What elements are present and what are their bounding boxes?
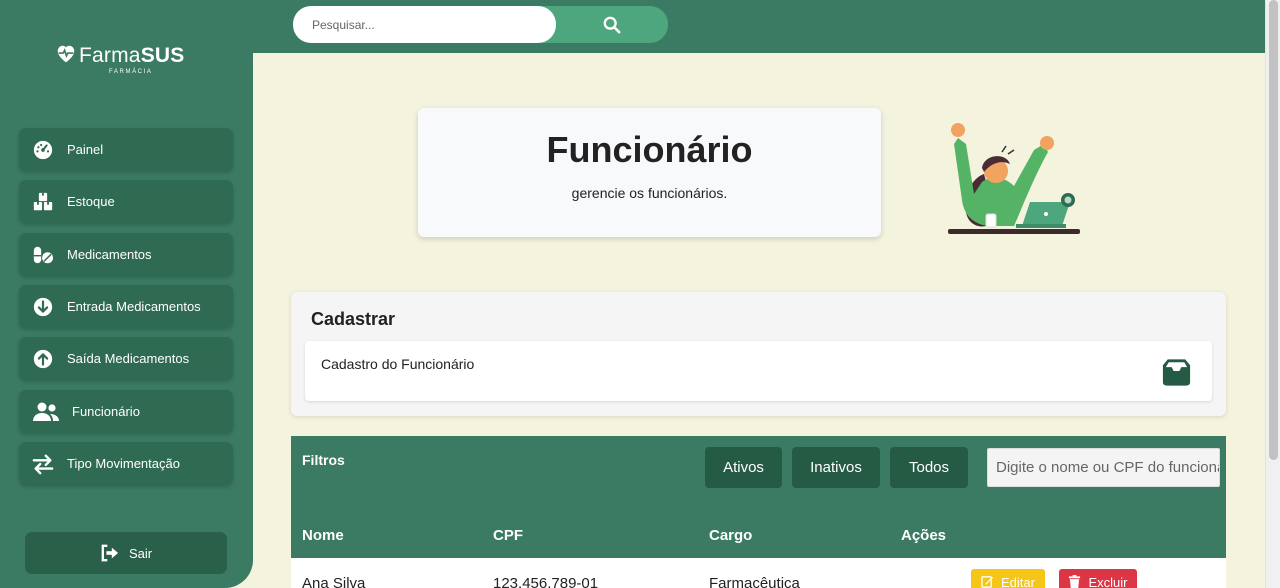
sidebar: FarmaSUS FARMÁCIA Painel Estoque Medicam… (0, 0, 253, 588)
dashboard-icon (19, 128, 67, 171)
scrollbar-thumb[interactable] (1269, 0, 1278, 460)
logo-text: FarmaSUS (79, 44, 184, 68)
sidebar-item-label: Medicamentos (67, 247, 152, 262)
sidebar-item-label: Tipo Movimentação (67, 456, 180, 471)
search-icon (603, 16, 620, 33)
app-logo[interactable]: FarmaSUS FARMÁCIA (55, 42, 195, 82)
filter-inativos-button[interactable]: Inativos (792, 447, 880, 488)
heart-pulse-icon (57, 45, 75, 63)
logout-button[interactable]: Sair (25, 532, 227, 574)
register-item-label: Cadastro do Funcionário (321, 356, 475, 372)
sidebar-item-entrada-medicamentos[interactable]: Entrada Medicamentos (19, 285, 233, 328)
pills-icon (19, 233, 67, 276)
edit-button[interactable]: Editar (971, 569, 1045, 588)
sidebar-item-tipo-movimentacao[interactable]: Tipo Movimentação (19, 442, 233, 485)
search-button[interactable] (540, 6, 668, 43)
sidebar-item-label: Painel (67, 142, 104, 157)
arrow-down-circle-icon (19, 285, 67, 328)
column-header-cpf[interactable]: CPF (493, 527, 523, 544)
page-scrollbar[interactable] (1265, 0, 1280, 588)
cell-nome: Ana Silva (302, 575, 366, 588)
logout-label: Sair (128, 545, 153, 561)
page-header-card: Funcionário gerencie os funcionários. (418, 108, 881, 237)
edit-icon (981, 576, 994, 588)
boxes-icon (19, 180, 67, 223)
register-employee-item[interactable]: Cadastro do Funcionário (305, 341, 1212, 401)
register-title: Cadastrar (311, 309, 396, 329)
cell-cargo: Farmacêutica (709, 575, 800, 588)
filter-button-label: Inativos (810, 459, 862, 476)
column-header-cargo[interactable]: Cargo (709, 527, 752, 544)
sidebar-item-label: Estoque (67, 194, 115, 209)
logo-light-text: Farma (79, 44, 141, 67)
register-card: Cadastrar Cadastro do Funcionário (291, 292, 1226, 416)
logo-bold-text: SUS (140, 44, 185, 67)
sidebar-item-label: Saída Medicamentos (67, 351, 190, 366)
delete-label: Excluir (1088, 575, 1128, 588)
filter-button-label: Ativos (723, 459, 764, 476)
celebrating-person-illustration (948, 123, 1080, 234)
sidebar-item-saida-medicamentos[interactable]: Saída Medicamentos (19, 337, 233, 380)
sidebar-item-medicamentos[interactable]: Medicamentos (19, 233, 233, 276)
sidebar-item-funcionario[interactable]: Funcionário (19, 390, 233, 433)
cell-cpf: 123.456.789-01 (493, 575, 599, 588)
filter-ativos-button[interactable]: Ativos (705, 447, 782, 488)
page-title: Funcionário (546, 129, 753, 170)
edit-label: Editar (1001, 575, 1035, 588)
arrow-up-circle-icon (19, 337, 67, 380)
logo-subtitle: FARMÁCIA (109, 69, 153, 75)
search-bar (293, 6, 668, 43)
column-header-nome[interactable]: Nome (302, 527, 344, 544)
users-icon (19, 390, 72, 433)
delete-button[interactable]: Excluir (1059, 569, 1137, 588)
table-row: Ana Silva 123.456.789-01 Farmacêutica Ed… (291, 558, 1226, 588)
filter-button-label: Todos (908, 459, 950, 476)
page-subtitle: gerencie os funcionários. (571, 185, 728, 201)
filters-panel: Filtros Ativos Inativos Todos Nome CPF C… (291, 436, 1226, 588)
sidebar-item-label: Entrada Medicamentos (67, 299, 201, 314)
sidebar-item-label: Funcionário (72, 404, 140, 419)
filter-todos-button[interactable]: Todos (890, 447, 968, 488)
sidebar-item-estoque[interactable]: Estoque (19, 180, 233, 223)
employee-search-input[interactable] (987, 448, 1220, 487)
inbox-icon (1162, 359, 1191, 386)
search-input[interactable] (293, 6, 556, 43)
sidebar-item-painel[interactable]: Painel (19, 128, 233, 171)
sign-out-icon (101, 544, 119, 562)
trash-icon (1069, 575, 1081, 588)
column-header-acoes: Ações (901, 527, 947, 544)
filters-title: Filtros (302, 452, 345, 468)
exchange-icon (19, 442, 67, 485)
